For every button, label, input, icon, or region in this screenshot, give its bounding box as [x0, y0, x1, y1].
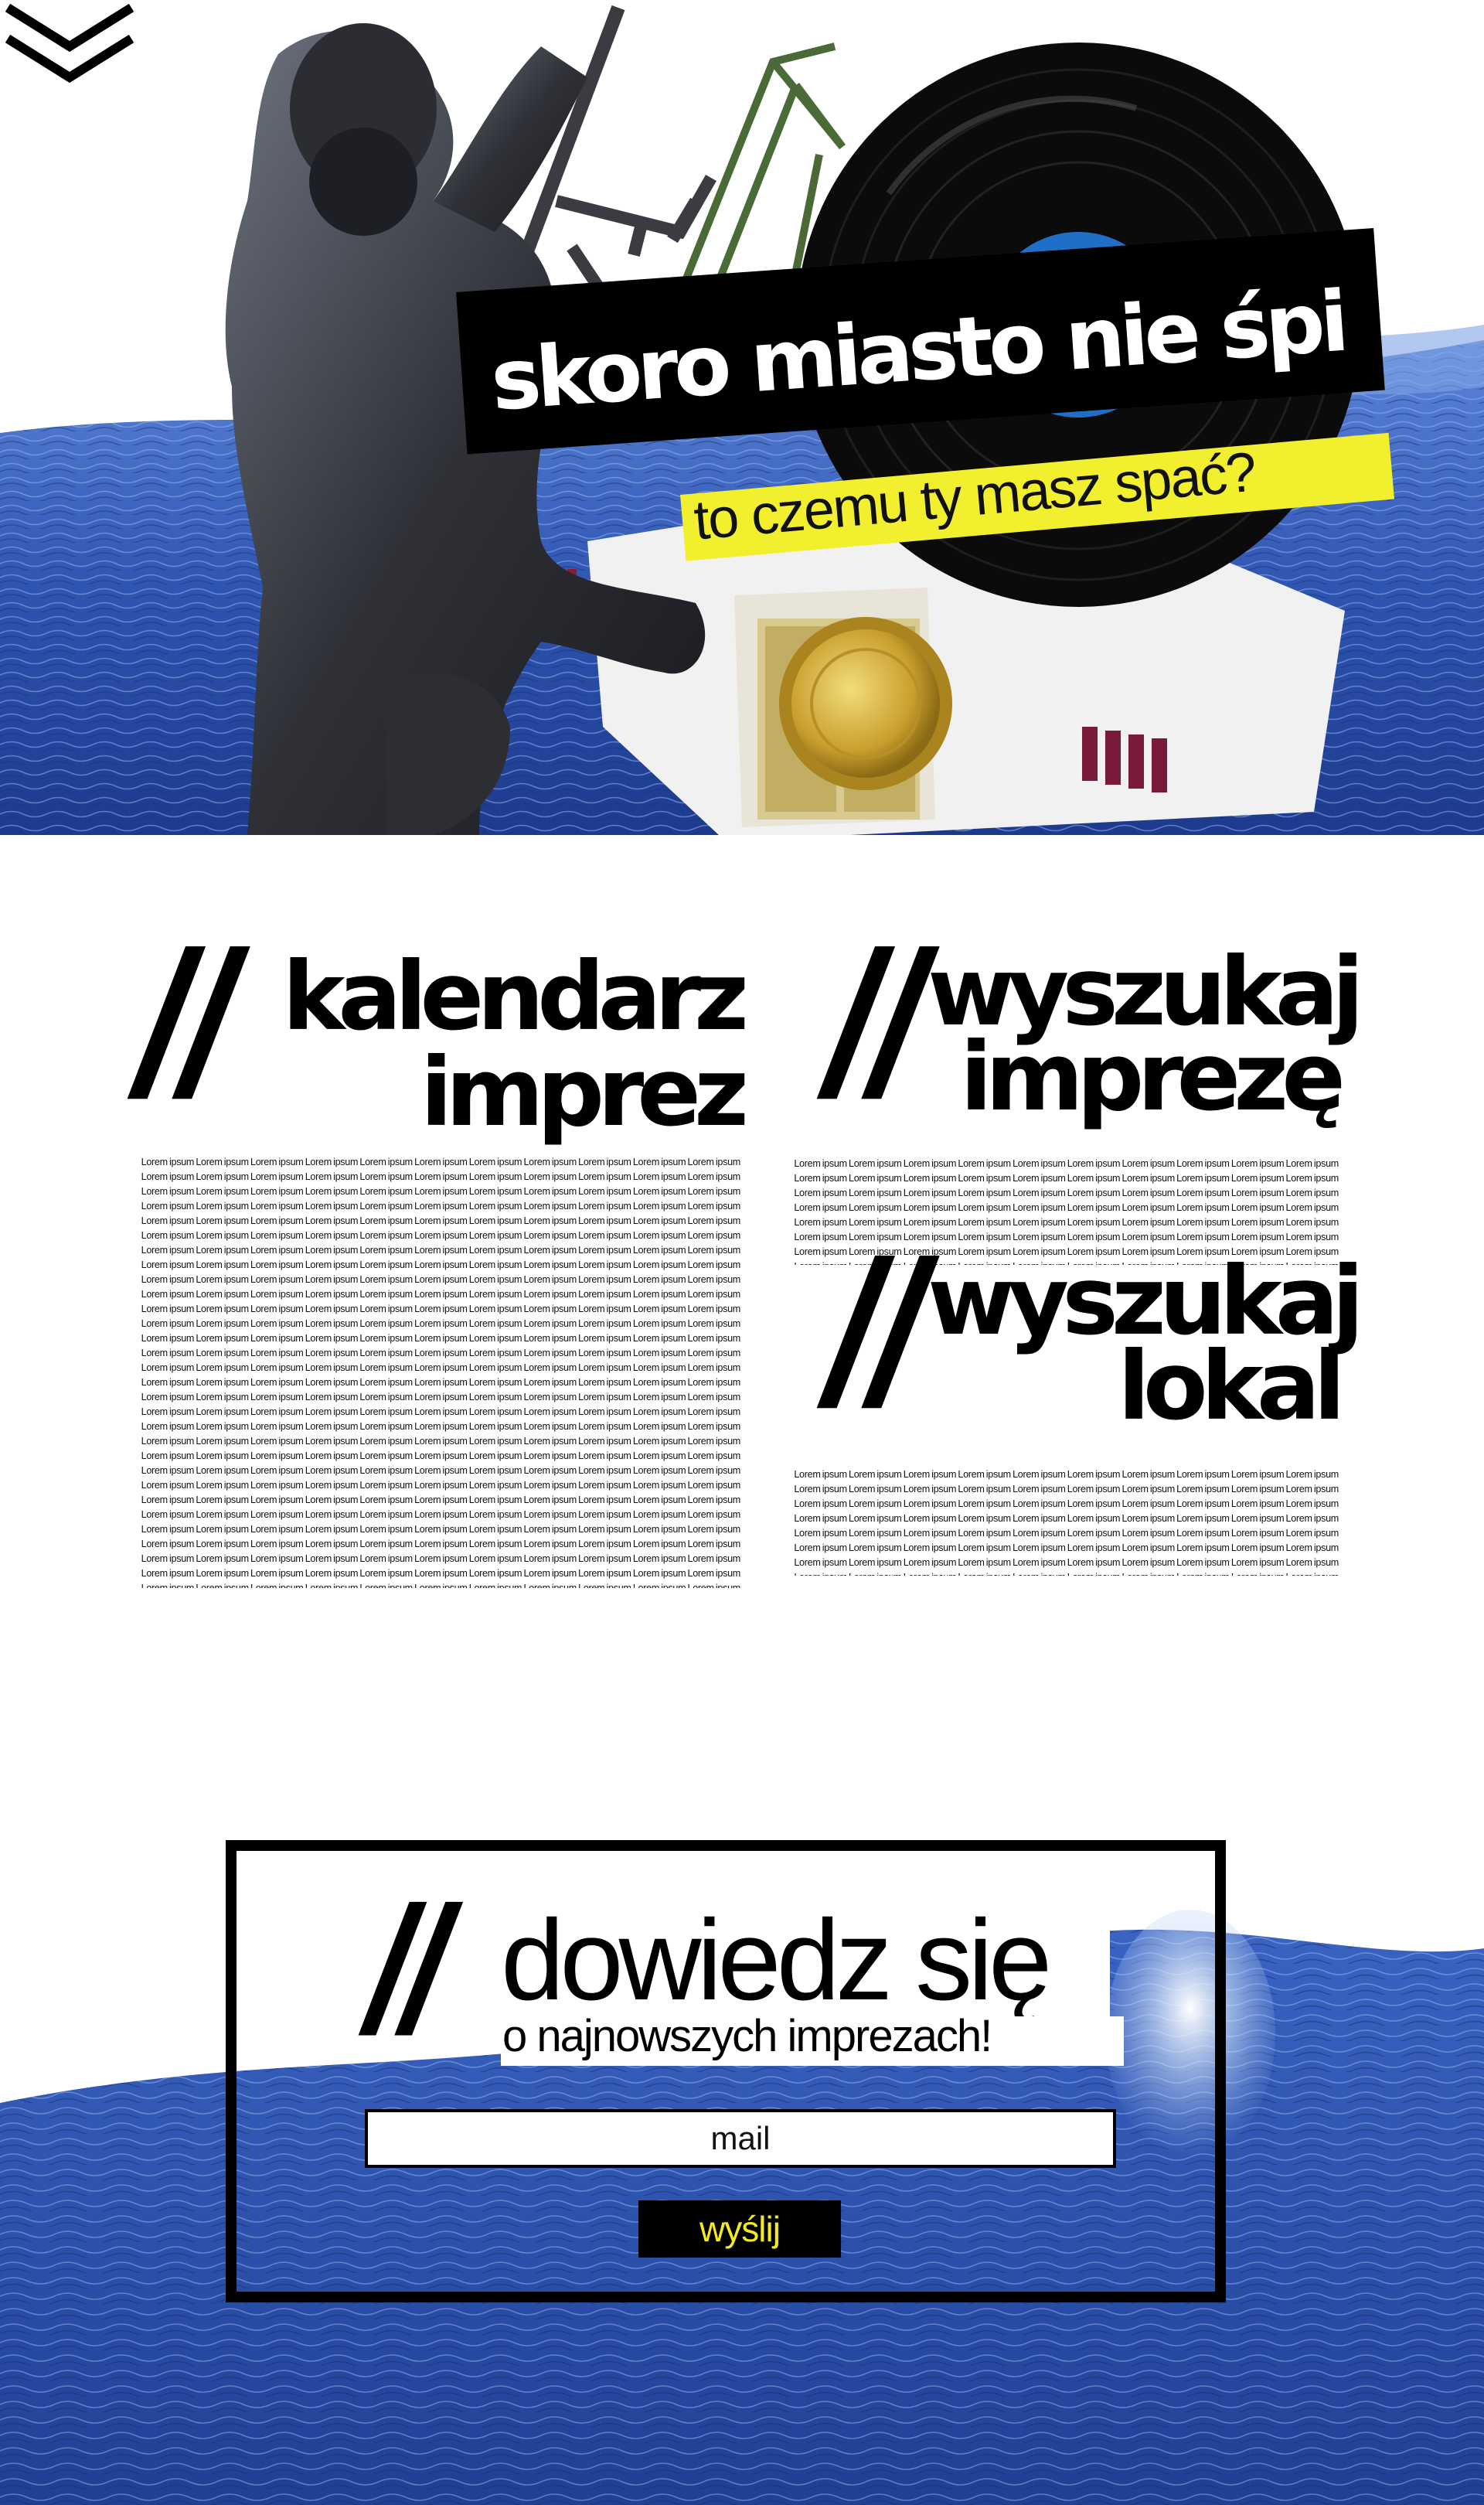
- submit-button[interactable]: wyślij: [638, 2200, 841, 2258]
- newsletter-title: dowiedz się: [501, 1897, 1052, 2024]
- chevron-double-down-icon[interactable]: [0, 0, 139, 85]
- slash-mark: //: [125, 909, 230, 1126]
- calendar-heading-line1: kalendarz: [282, 942, 749, 1051]
- newsletter-subtitle: o najnowszych imprezach!: [502, 2011, 992, 2061]
- search-venue-heading-line2: lokal: [1118, 1331, 1346, 1441]
- search-venue-description: Lorem ipsum Lorem ipsum Lorem ipsum Lore…: [794, 1469, 1339, 1576]
- slash-mark: //: [815, 909, 920, 1126]
- bottle-cap-icon: [779, 617, 952, 790]
- search-party-heading-line2: imprezę: [960, 1022, 1346, 1132]
- calendar-heading-line2: imprez: [420, 1038, 749, 1147]
- email-field[interactable]: [365, 2109, 1116, 2168]
- slash-mark: //: [356, 1869, 443, 2059]
- calendar-description: Lorem ipsum Lorem ipsum Lorem ipsum Lore…: [141, 1157, 740, 1588]
- slash-mark: //: [815, 1218, 920, 1435]
- hero-section: skoro miasto nie śpi to czemu ty masz sp…: [0, 0, 1484, 835]
